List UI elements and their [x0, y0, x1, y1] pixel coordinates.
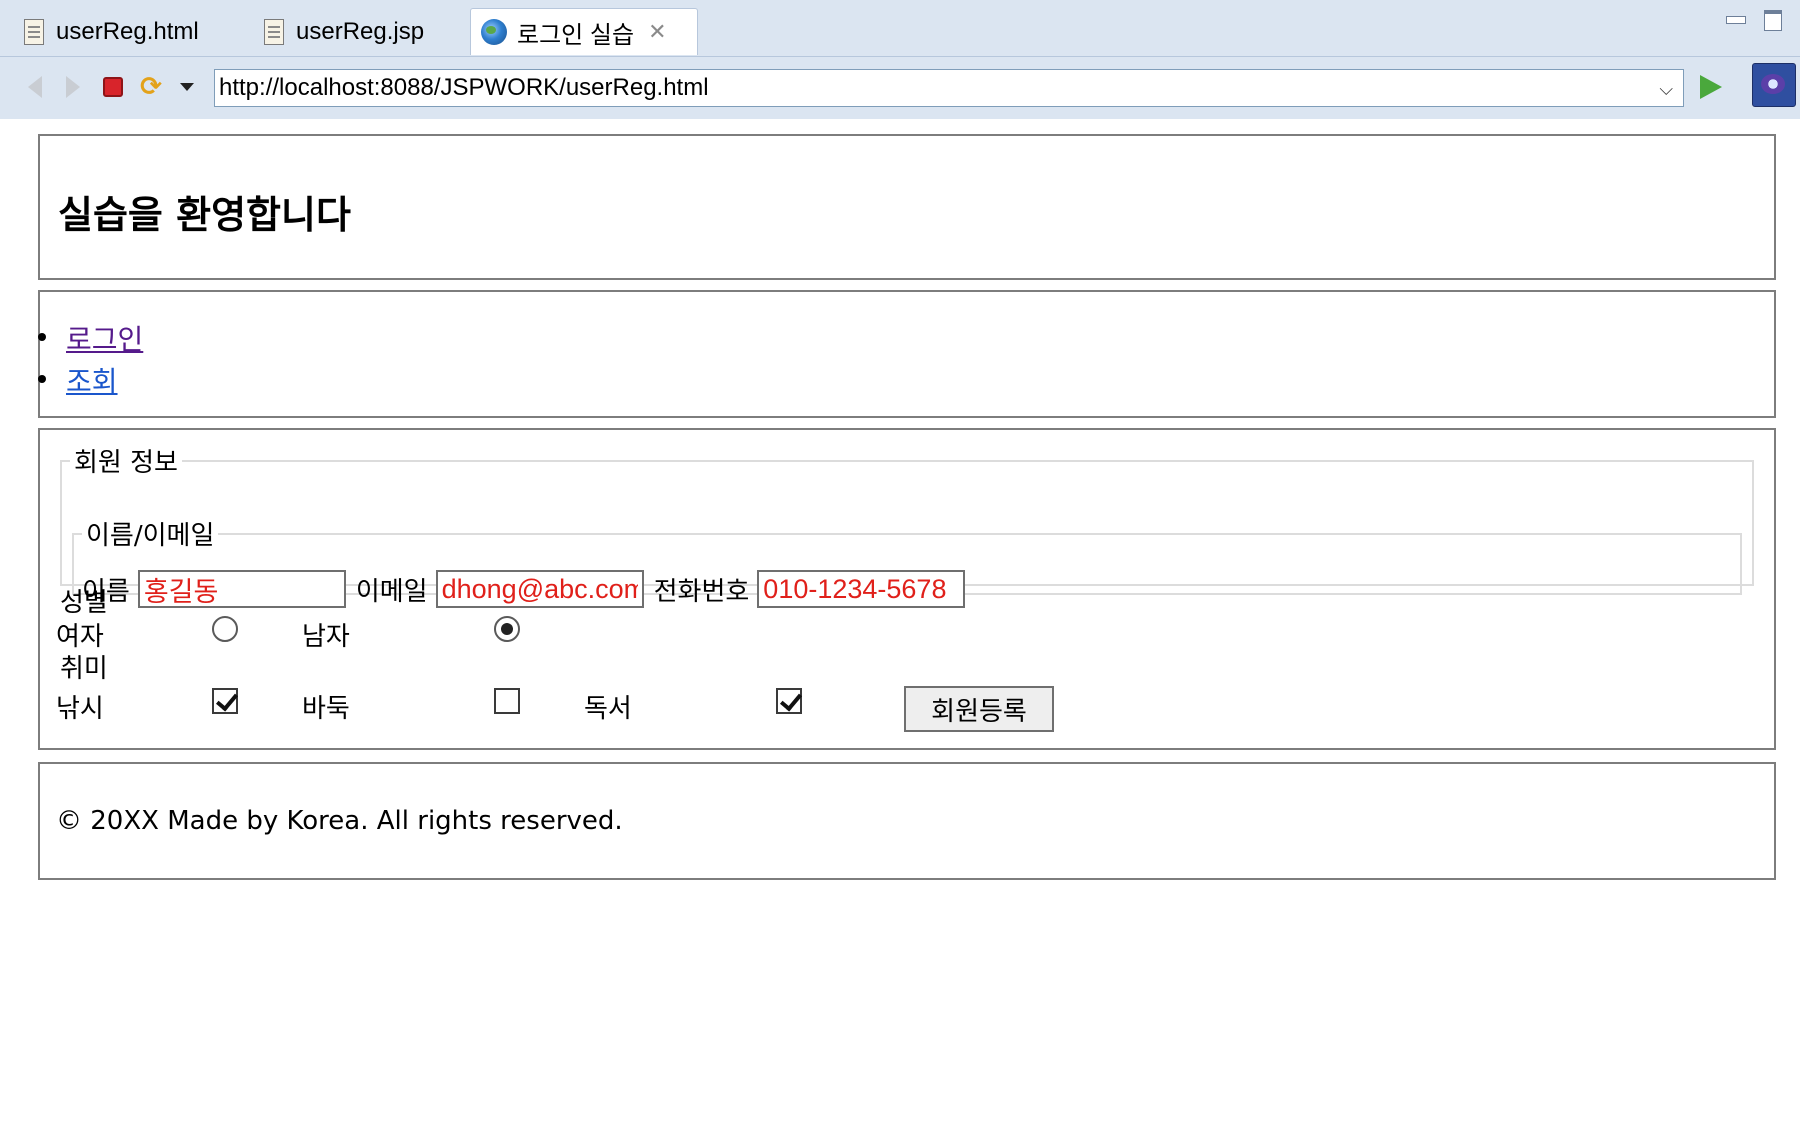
name-email-fieldset: 이름/이메일 이름 이메일 전화번호: [72, 515, 1742, 608]
back-button[interactable]: [20, 73, 50, 101]
back-arrow-icon: [28, 76, 42, 98]
tab-label: userReg.html: [56, 17, 199, 45]
email-label: 이메일: [355, 576, 428, 607]
search-link[interactable]: 조회: [66, 365, 118, 398]
hobby-label: 취미: [60, 654, 108, 684]
page-title: 실습을 환영합니다: [58, 193, 351, 237]
refresh-dropdown-button[interactable]: [172, 73, 202, 101]
gender-male-label: 남자: [302, 622, 350, 652]
footer-section: © 20XX Made by Korea. All rights reserve…: [38, 762, 1776, 880]
nav-item-search: 조회: [37, 360, 143, 402]
gender-label: 성별: [60, 588, 108, 618]
copyright-text: © 20XX Made by Korea. All rights reserve…: [56, 806, 623, 836]
url-bar[interactable]: ⌵: [214, 69, 1684, 107]
stop-icon: [103, 77, 123, 97]
minimize-icon[interactable]: [1726, 16, 1746, 24]
tab-userreg-jsp[interactable]: userReg.jsp: [254, 8, 454, 55]
open-external-browser-icon[interactable]: [1752, 63, 1796, 107]
contact-row: 이름 이메일 전화번호: [82, 570, 966, 608]
chevron-down-icon[interactable]: ⌵: [1659, 79, 1673, 100]
member-info-legend: 회원 정보: [74, 448, 178, 478]
file-icon: [24, 18, 44, 45]
nav-section: 로그인 조회: [37, 290, 1776, 418]
maximize-icon[interactable]: [1764, 10, 1782, 31]
refresh-icon: ⟳: [140, 72, 162, 102]
url-input[interactable]: [219, 74, 1619, 102]
globe-icon: [481, 19, 507, 45]
hobby-baduk-checkbox[interactable]: [494, 688, 520, 714]
hobby-fishing-label: 낚시: [56, 694, 104, 724]
tab-userreg-html[interactable]: userReg.html: [14, 8, 224, 55]
login-link[interactable]: 로그인: [66, 323, 143, 356]
phone-field[interactable]: [757, 570, 966, 608]
gender-female-radio[interactable]: [212, 616, 238, 642]
stop-button[interactable]: [98, 73, 128, 101]
member-form-section: 회원 정보 이름/이메일 이름 이메일 전화번호 성별 여자 남자 취미 낚시 …: [38, 428, 1776, 750]
editor-tab-bar: userReg.html userReg.jsp 로그인 실습 ✕: [0, 0, 1800, 57]
gender-male-radio[interactable]: [494, 616, 520, 642]
header-section: 실습을 환영합니다: [38, 134, 1776, 280]
tab-label: 로그인 실습: [517, 21, 635, 49]
window-controls: [1726, 10, 1782, 31]
close-icon[interactable]: ✕: [648, 19, 666, 45]
file-icon: [264, 18, 284, 45]
tab-login-practice[interactable]: 로그인 실습 ✕: [470, 8, 698, 55]
name-email-legend: 이름/이메일: [86, 521, 215, 551]
name-field[interactable]: [137, 570, 346, 608]
hobby-baduk-label: 바둑: [302, 694, 350, 724]
web-page: 실습을 환영합니다 로그인 조회 회원 정보 이름/이메일 이름 이메일 전화번…: [8, 120, 1800, 1126]
go-button[interactable]: [1700, 75, 1722, 99]
chevron-down-icon: [180, 83, 194, 91]
browser-toolbar: ⟳ ⌵: [0, 57, 1800, 119]
tab-label: userReg.jsp: [296, 17, 425, 45]
forward-arrow-icon: [66, 76, 80, 98]
register-member-button[interactable]: 회원등록: [904, 686, 1054, 732]
nav-list: 로그인 조회: [37, 318, 143, 402]
hobby-reading-label: 독서: [584, 694, 632, 724]
nav-item-login: 로그인: [37, 318, 143, 360]
hobby-fishing-checkbox[interactable]: [212, 688, 238, 714]
hobby-reading-checkbox[interactable]: [776, 688, 802, 714]
refresh-button[interactable]: ⟳: [136, 72, 166, 102]
email-field[interactable]: [435, 570, 644, 608]
member-info-fieldset: 회원 정보 이름/이메일 이름 이메일 전화번호: [60, 442, 1754, 608]
forward-button[interactable]: [58, 73, 88, 101]
phone-label: 전화번호: [653, 576, 750, 607]
